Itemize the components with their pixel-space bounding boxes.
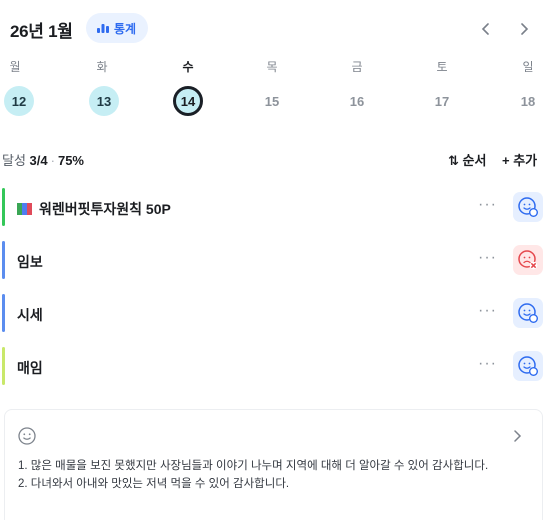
weekday-label: 수 xyxy=(182,60,194,74)
journal-line: 2. 다녀와서 아내와 맛있는 저녁 먹을 수 있어 감사합니다. xyxy=(18,478,290,490)
habit-row[interactable]: 워렌버핏투자원칙 50P ··· xyxy=(0,188,556,226)
habit-title-text: 워렌버핏투자원칙 50P xyxy=(39,201,171,217)
next-week-button[interactable] xyxy=(512,17,536,41)
habit-status-button[interactable] xyxy=(513,192,543,222)
day-cell-17[interactable]: 17 xyxy=(427,86,457,116)
habit-color-bar xyxy=(2,294,5,332)
weekday-row: 월 화 수 목 금 토 일 xyxy=(0,58,556,74)
prev-week-button[interactable] xyxy=(474,17,498,41)
habit-title: 시세 xyxy=(17,307,43,323)
weekday-label: 금 xyxy=(351,60,363,74)
habit-title: 워렌버핏투자원칙 50P xyxy=(17,199,171,219)
habit-status-button[interactable] xyxy=(513,298,543,328)
habit-color-bar xyxy=(2,188,5,226)
habit-title: 매임 xyxy=(17,360,43,376)
day-cell-18[interactable]: 18 xyxy=(513,86,543,116)
smile-check-icon xyxy=(518,356,538,376)
smile-check-icon xyxy=(518,197,538,217)
habit-color-bar xyxy=(2,241,5,279)
sort-button[interactable]: ⇅ 순서 xyxy=(448,150,486,169)
more-options-button[interactable]: ··· xyxy=(478,302,497,320)
more-options-button[interactable]: ··· xyxy=(478,196,497,214)
stats-label: 통계 xyxy=(114,21,137,36)
gratitude-journal-card[interactable]: 1. 많은 매물을 보진 못했지만 사장님들과 이야기 나누며 지역에 대해 더… xyxy=(4,409,543,520)
chevron-right-icon[interactable] xyxy=(511,430,523,442)
day-cell-12[interactable]: 12 xyxy=(4,86,34,116)
day-cell-16[interactable]: 16 xyxy=(342,86,372,116)
more-options-button[interactable]: ··· xyxy=(478,249,497,267)
journal-line: 1. 많은 매물을 보진 못했지만 사장님들과 이야기 나누며 지역에 대해 더… xyxy=(18,460,489,472)
progress-summary: 달성 3/4 · 75% xyxy=(2,153,84,168)
add-button[interactable]: + 추가 xyxy=(502,150,537,169)
habit-row[interactable]: 시세 ··· xyxy=(0,294,556,332)
smile-check-icon xyxy=(518,303,538,323)
month-title: 26년 1월 xyxy=(10,22,73,41)
habit-row[interactable]: 임보 ··· xyxy=(0,241,556,279)
habit-title: 임보 xyxy=(17,254,43,270)
weekday-label: 일 xyxy=(522,60,534,74)
smile-icon xyxy=(18,427,36,445)
progress-row: 달성 3/4 · 75% ⇅ 순서 + 추가 xyxy=(0,150,556,168)
day-cell-13[interactable]: 13 xyxy=(89,86,119,116)
progress-count: 3/4 xyxy=(29,153,48,168)
weekday-label: 토 xyxy=(436,60,448,74)
progress-percent: 75% xyxy=(57,153,84,168)
books-icon xyxy=(17,203,33,215)
weekday-label: 목 xyxy=(266,60,278,74)
habit-row[interactable]: 매임 ··· xyxy=(0,347,556,385)
progress-label: 달성 xyxy=(2,153,26,168)
journal-text: 1. 많은 매물을 보진 못했지만 사장님들과 이야기 나누며 지역에 대해 더… xyxy=(18,457,533,493)
habit-color-bar xyxy=(2,347,5,385)
chevron-left-icon xyxy=(481,23,489,35)
weekday-label: 월 xyxy=(9,60,21,74)
more-options-button[interactable]: ··· xyxy=(478,355,497,373)
day-row: 12 13 14 15 16 17 18 xyxy=(0,86,556,116)
habit-status-button[interactable] xyxy=(513,351,543,381)
stats-button[interactable]: 통계 xyxy=(86,13,149,43)
bar-chart-icon xyxy=(96,20,110,37)
chevron-right-icon xyxy=(521,23,529,35)
calendar-header: 26년 1월 통계 xyxy=(0,12,556,46)
weekday-label: 화 xyxy=(96,60,108,74)
habit-status-button[interactable] xyxy=(513,245,543,275)
day-cell-15[interactable]: 15 xyxy=(257,86,287,116)
sad-x-icon xyxy=(518,250,538,270)
day-cell-14[interactable]: 14 xyxy=(173,86,203,116)
